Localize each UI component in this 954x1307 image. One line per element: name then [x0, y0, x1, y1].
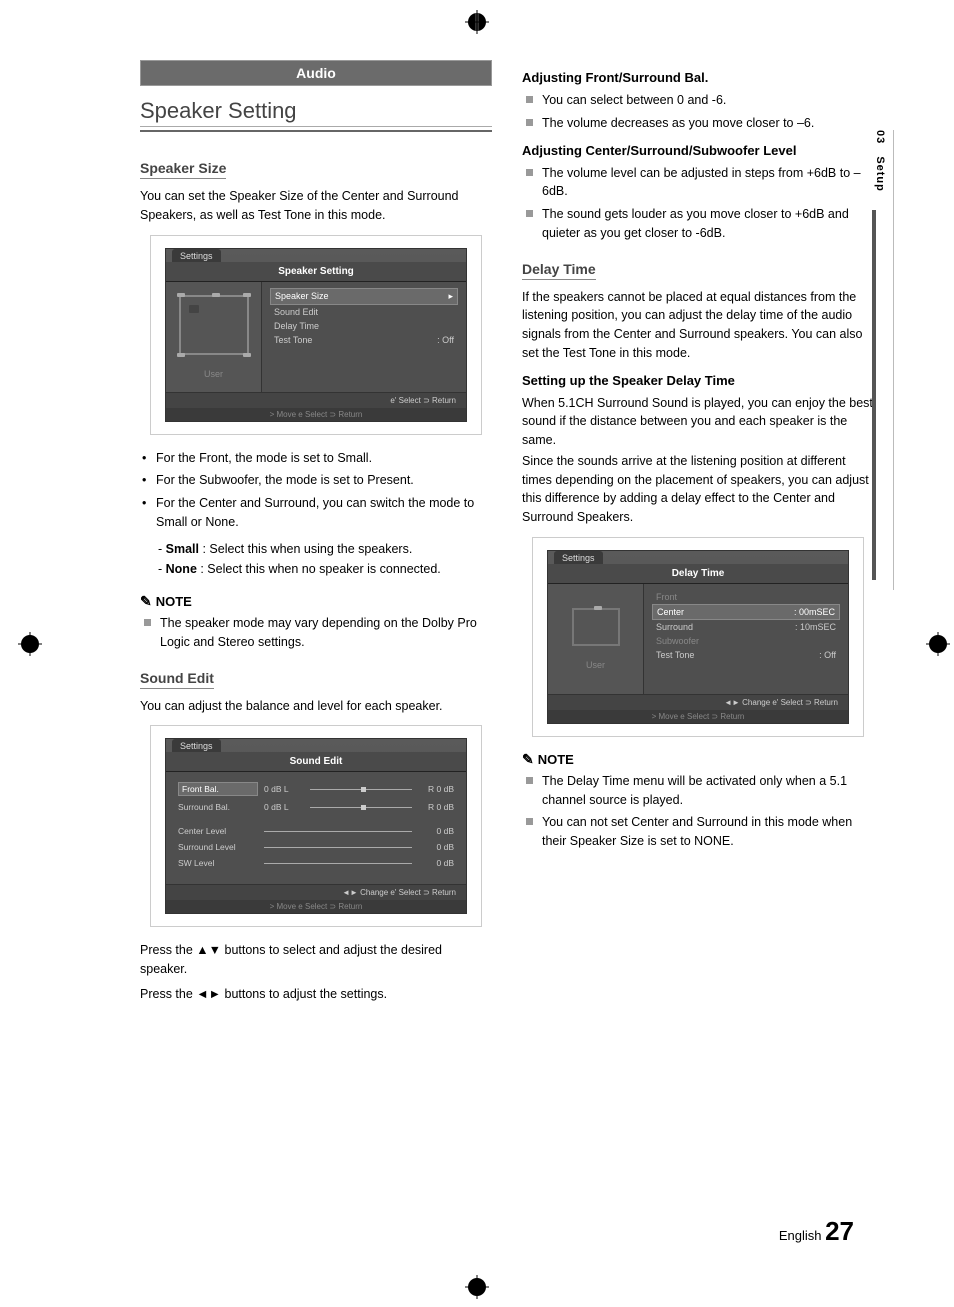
- note-heading: ✎ NOTE: [522, 751, 874, 768]
- chevron-right-icon: ▸: [448, 291, 453, 302]
- osd2-row-sw-level[interactable]: SW Level 0 dB: [178, 858, 454, 868]
- osd3-item-surround[interactable]: Surround : 10mSEC: [652, 620, 840, 634]
- adj-bal-list: You can select between 0 and -6. The vol…: [522, 91, 874, 133]
- osd1-item-speaker-size[interactable]: Speaker Size ▸: [270, 288, 458, 305]
- note-list: The speaker mode may vary depending on t…: [140, 614, 492, 652]
- osd1-header: Speaker Setting: [166, 262, 466, 282]
- speaker-size-bullets: For the Front, the mode is set to Small.…: [140, 449, 492, 532]
- heading-speaker-size: Speaker Size: [140, 160, 226, 179]
- osd1-footer-ghost: > Move e Select ⊃ Return: [166, 408, 466, 421]
- crop-mark-top: [465, 10, 489, 34]
- osd1-item-delay-time[interactable]: Delay Time: [270, 319, 458, 333]
- osd2-tab: Settings: [172, 739, 221, 752]
- slider[interactable]: [264, 847, 412, 848]
- page-title: Speaker Setting: [140, 98, 492, 132]
- speaker-size-sublist: - Small : Select this when using the spe…: [158, 540, 492, 580]
- osd1-user-label: User: [204, 369, 223, 379]
- osd2-footer-ghost: > Move e Select ⊃ Return: [166, 900, 466, 913]
- crop-mark-bottom: [465, 1275, 489, 1299]
- heading-adj-level: Adjusting Center/Surround/Subwoofer Leve…: [522, 143, 874, 158]
- heading-adj-bal: Adjusting Front/Surround Bal.: [522, 70, 874, 85]
- osd1-footer: e' Select ⊃ Return: [166, 392, 466, 408]
- delay-time-intro: If the speakers cannot be placed at equa…: [522, 288, 874, 363]
- list-item: The volume decreases as you move closer …: [542, 114, 874, 133]
- osd2-row-surround-bal[interactable]: Surround Bal. 0 dB L R 0 dB: [178, 802, 454, 812]
- slider[interactable]: [264, 863, 412, 864]
- note-heading: ✎ NOTE: [140, 593, 492, 610]
- osd3-room-diagram: User: [548, 584, 644, 694]
- crop-mark-right: [926, 632, 950, 656]
- osd3-item-subwoofer: Subwoofer: [652, 634, 840, 648]
- osd2-footer: ◄► Change e' Select ⊃ Return: [166, 884, 466, 900]
- slider[interactable]: [310, 807, 412, 808]
- osd3-header: Delay Time: [548, 564, 848, 584]
- osd1-tab: Settings: [172, 249, 221, 262]
- osd3-item-test-tone[interactable]: Test Tone : Off: [652, 648, 840, 662]
- list-item: For the Center and Surround, you can swi…: [156, 494, 492, 532]
- list-item: For the Subwoofer, the mode is set to Pr…: [156, 471, 492, 490]
- chapter-number: 03: [874, 130, 886, 144]
- crop-mark-left: [18, 632, 42, 656]
- heading-delay-time: Delay Time: [522, 261, 596, 280]
- side-rule-dark: [872, 210, 876, 580]
- list-item: You can not set Center and Surround in t…: [542, 813, 874, 851]
- adj-level-list: The volume level can be adjusted in step…: [522, 164, 874, 243]
- osd1-item-test-tone[interactable]: Test Tone : Off: [270, 333, 458, 347]
- footer-language: English: [779, 1228, 822, 1243]
- page-footer: English 27: [779, 1216, 854, 1247]
- speaker-size-intro: You can set the Speaker Size of the Cent…: [140, 187, 492, 225]
- osd-speaker-setting: Settings Speaker Setting User: [150, 235, 482, 435]
- osd3-item-front: Front: [652, 590, 840, 604]
- press-updown-text: Press the ▲▼ buttons to select and adjus…: [140, 941, 492, 979]
- setup-delay-p1: When 5.1CH Surround Sound is played, you…: [522, 394, 874, 450]
- note-list: The Delay Time menu will be activated on…: [522, 772, 874, 851]
- list-item: The volume level can be adjusted in step…: [542, 164, 874, 202]
- press-leftright-text: Press the ◄► buttons to adjust the setti…: [140, 985, 492, 1004]
- osd3-user-label: User: [586, 660, 605, 670]
- osd-delay-time: Settings Delay Time User Front Center : …: [532, 537, 864, 737]
- note-icon: ✎: [522, 751, 534, 768]
- setup-delay-p2: Since the sounds arrive at the listening…: [522, 452, 874, 527]
- side-rule-light: [893, 130, 894, 590]
- chapter-tab: 03 Setup: [874, 130, 886, 192]
- heading-sound-edit: Sound Edit: [140, 670, 214, 689]
- list-item: The speaker mode may vary depending on t…: [160, 614, 492, 652]
- list-item: You can select between 0 and -6.: [542, 91, 874, 110]
- sound-edit-intro: You can adjust the balance and level for…: [140, 697, 492, 716]
- heading-setup-delay: Setting up the Speaker Delay Time: [522, 373, 874, 388]
- osd1-room-diagram: User: [166, 282, 262, 392]
- list-item: The sound gets louder as you move closer…: [542, 205, 874, 243]
- osd-sound-edit: Settings Sound Edit Front Bal. 0 dB L R …: [150, 725, 482, 927]
- list-item: For the Front, the mode is set to Small.: [156, 449, 492, 468]
- osd2-row-front-bal[interactable]: Front Bal. 0 dB L R 0 dB: [178, 782, 454, 796]
- note-icon: ✎: [140, 593, 152, 610]
- osd2-header: Sound Edit: [166, 752, 466, 772]
- slider[interactable]: [310, 789, 412, 790]
- osd3-footer-ghost: > Move e Select ⊃ Return: [548, 710, 848, 723]
- list-item: The Delay Time menu will be activated on…: [542, 772, 874, 810]
- osd3-tab: Settings: [554, 551, 603, 564]
- osd2-row-surround-level[interactable]: Surround Level 0 dB: [178, 842, 454, 852]
- osd3-footer: ◄► Change e' Select ⊃ Return: [548, 694, 848, 710]
- chapter-name: Setup: [874, 156, 886, 192]
- slider[interactable]: [264, 831, 412, 832]
- osd3-item-center[interactable]: Center : 00mSEC: [652, 604, 840, 620]
- list-item: - None : Select this when no speaker is …: [158, 560, 492, 579]
- section-banner-audio: Audio: [140, 60, 492, 86]
- osd2-row-center-level[interactable]: Center Level 0 dB: [178, 826, 454, 836]
- list-item: - Small : Select this when using the spe…: [158, 540, 492, 559]
- osd1-item-sound-edit[interactable]: Sound Edit: [270, 305, 458, 319]
- footer-page-number: 27: [825, 1216, 854, 1246]
